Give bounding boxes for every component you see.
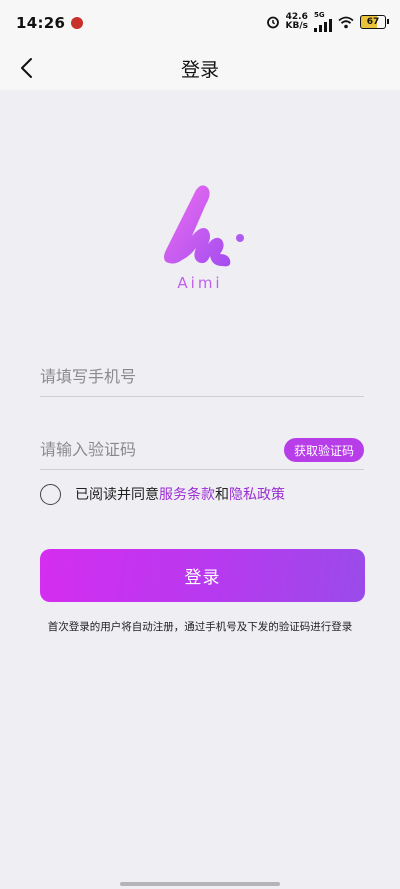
wifi-icon	[338, 16, 354, 28]
code-field: 获取验证码	[40, 430, 364, 470]
network-speed: 42.6 KB/s	[286, 13, 308, 31]
aimi-logo-icon	[164, 185, 244, 267]
home-indicator[interactable]	[120, 882, 280, 886]
agree-prefix: 已阅读并同意	[75, 487, 159, 503]
agree-and: 和	[215, 487, 229, 503]
app-logo: Aimi	[150, 180, 250, 300]
nav-bar: 登录	[0, 46, 400, 90]
app-notification-icon	[71, 17, 84, 29]
status-bar: 14:26 42.6 KB/s 5G 67	[0, 0, 400, 46]
get-code-button[interactable]: 获取验证码	[283, 438, 364, 462]
page-title: 登录	[180, 58, 219, 81]
status-indicators: 42.6 KB/s 5G 67	[266, 12, 389, 32]
privacy-link[interactable]: 隐私政策	[229, 484, 285, 504]
phone-input[interactable]	[40, 357, 364, 396]
battery-level: 67	[366, 16, 380, 27]
app-name: Aimi	[177, 274, 223, 292]
cellular-signal: 5G	[314, 12, 332, 32]
agreement-row: 已阅读并同意 服务条款 和 隐私政策	[40, 482, 285, 506]
code-input[interactable]	[40, 430, 270, 469]
agree-checkbox[interactable]	[40, 483, 61, 505]
speed-unit: KB/s	[285, 21, 308, 31]
alarm-icon	[266, 16, 279, 29]
back-button[interactable]	[10, 52, 42, 84]
signal-bars-icon	[314, 19, 332, 32]
terms-link[interactable]: 服务条款	[159, 484, 215, 504]
chevron-left-icon	[21, 58, 32, 78]
login-hint: 首次登录的用户将自动注册，通过手机号及下发的验证码进行登录	[47, 621, 353, 633]
status-time: 14:26	[16, 14, 66, 32]
phone-field	[40, 357, 364, 397]
login-button[interactable]: 登录	[40, 549, 365, 602]
battery-icon: 67	[360, 15, 389, 29]
network-type: 5G	[314, 11, 325, 19]
